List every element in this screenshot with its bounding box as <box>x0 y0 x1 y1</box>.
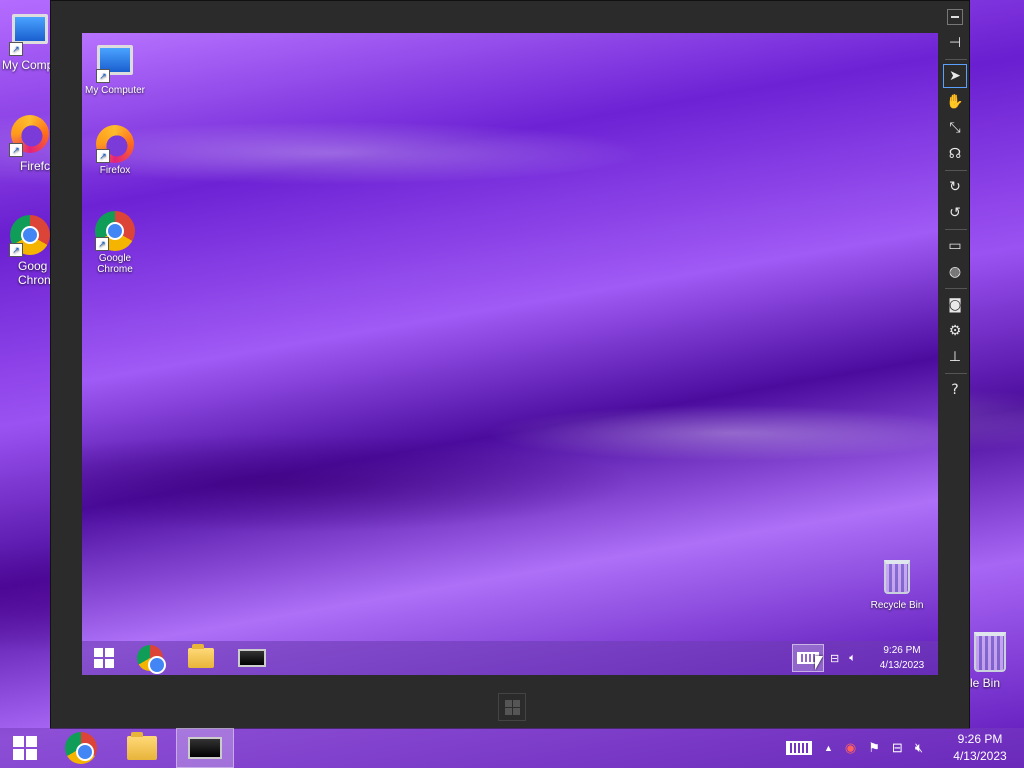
remote-clock-time: 9:26 PM <box>883 645 921 656</box>
chrome-icon: ↗ <box>95 211 135 251</box>
toolbar-separator <box>945 170 967 171</box>
remote-icon-recycle-bin[interactable]: Recycle Bin <box>859 560 935 611</box>
hand-tool-icon[interactable]: ✋ <box>943 90 967 114</box>
taskbar-file-explorer[interactable] <box>117 728 167 768</box>
remote-taskbar-remote-desktop[interactable] <box>230 641 274 675</box>
recycle-bin-icon <box>969 632 1011 674</box>
show-hidden-icons-icon[interactable]: ▲ <box>824 743 833 753</box>
windows-logo-icon <box>13 736 37 760</box>
toolbar-separator <box>945 59 967 60</box>
settings-icon[interactable]: ⚙ <box>943 319 967 343</box>
remote-tray: ⊟ 🔈︎ <box>830 641 856 675</box>
camera-icon[interactable]: ◙ <box>943 293 967 317</box>
help-icon[interactable]: ? <box>943 378 967 402</box>
folder-icon <box>127 732 157 760</box>
remote-icon-google-chrome[interactable]: ↗ Google Chrome <box>82 211 153 275</box>
folder-icon <box>188 644 214 668</box>
remote-icon-label: Google Chrome <box>97 253 133 275</box>
globe-icon[interactable]: ◍ <box>943 260 967 284</box>
mouse-cursor-icon <box>815 656 823 670</box>
windows-logo-icon <box>504 699 520 715</box>
pointer-tool-icon[interactable]: ➤ <box>943 64 967 88</box>
remote-taskbar-file-explorer[interactable] <box>179 641 223 675</box>
remote-start-button[interactable] <box>82 641 126 675</box>
remote-toolbar: ⊣ ➤ ✋ ⤡ ☊ ↻ ↺ ▭ ◍ ◙ ⚙ ⊥? <box>943 29 969 404</box>
remote-desktop-icon <box>238 649 266 667</box>
fit-screen-icon[interactable]: ⤡ <box>943 116 967 140</box>
computer-icon: ↗ <box>9 14 51 56</box>
system-tray: ▲ ◉ ⚑ ⊟ 🔇︎ <box>786 728 923 768</box>
taskbar-remote-desktop[interactable] <box>176 728 234 768</box>
remote-taskbar: ⊟ 🔈︎ 9:26 PM 4/13/2023 <box>82 641 938 675</box>
firefox-icon: ↗ <box>96 125 134 163</box>
remote-icon-my-computer[interactable]: ↗ My Computer <box>82 41 153 96</box>
chrome-icon <box>137 645 166 674</box>
volume-muted-icon[interactable]: 🔇︎ <box>915 740 923 756</box>
rotate-right-icon[interactable]: ↻ <box>943 175 967 199</box>
security-icon[interactable]: ◉ <box>845 740 856 756</box>
display-icon[interactable]: ▭ <box>943 234 967 258</box>
clock-date: 4/13/2023 <box>953 749 1007 763</box>
remote-icon-label: My Computer <box>84 85 145 96</box>
network-icon[interactable]: ⊥ <box>943 345 967 369</box>
start-button[interactable] <box>0 728 50 768</box>
remote-clock[interactable]: 9:26 PM 4/13/2023 <box>872 643 932 673</box>
chrome-icon: ↗ <box>9 215 51 257</box>
clock[interactable]: 9:26 PM 4/13/2023 <box>944 731 1016 765</box>
firefox-icon: ↗ <box>9 115 51 157</box>
keyboard-icon[interactable] <box>786 741 812 755</box>
taskbar-chrome[interactable] <box>56 728 106 768</box>
remote-icon-label: Firefox <box>99 165 131 176</box>
home-button[interactable] <box>498 693 526 721</box>
toolbar-separator <box>945 229 967 230</box>
pin-icon[interactable]: ⊣ <box>943 31 967 55</box>
remote-icon-label: Recycle Bin <box>870 600 924 611</box>
toolbar-separator <box>945 373 967 374</box>
remote-taskbar-chrome[interactable] <box>128 641 172 675</box>
toolbar-separator <box>945 288 967 289</box>
audio-icon[interactable]: ☊ <box>943 142 967 166</box>
remote-icon-firefox[interactable]: ↗ Firefox <box>82 125 153 176</box>
remote-desktop-icon <box>188 737 222 759</box>
network-icon[interactable]: ⊟ <box>892 740 903 756</box>
network-icon[interactable]: ⊟ <box>830 652 839 665</box>
computer-icon: ↗ <box>96 45 134 83</box>
flag-icon[interactable]: ⚑ <box>868 740 880 756</box>
remote-screen[interactable]: ↗ My Computer ↗ Firefox ↗ Google Chrome … <box>82 33 938 675</box>
taskbar: ▲ ◉ ⚑ ⊟ 🔇︎ 9:26 PM 4/13/2023 <box>0 728 1024 768</box>
chrome-icon <box>65 732 97 764</box>
minimize-icon <box>951 16 959 18</box>
rotate-left-icon[interactable]: ↺ <box>943 201 967 225</box>
recycle-bin-icon <box>879 560 915 598</box>
remote-clock-date: 4/13/2023 <box>879 660 925 671</box>
windows-logo-icon <box>94 648 114 668</box>
minimize-button[interactable] <box>947 9 963 25</box>
clock-time: 9:26 PM <box>957 732 1003 746</box>
volume-icon[interactable]: 🔈︎ <box>849 652 856 665</box>
